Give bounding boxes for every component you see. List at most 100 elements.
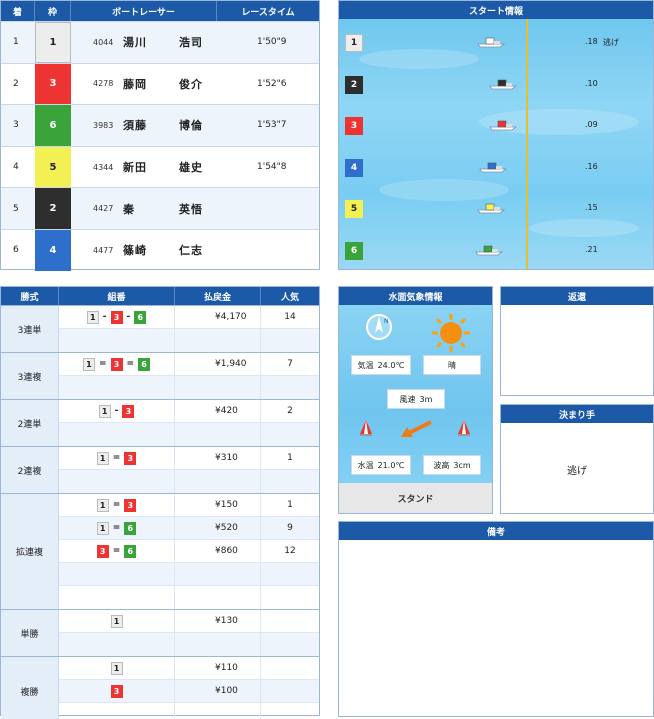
payout-line: 1 = 3 ¥150 1: [59, 494, 319, 517]
combination: 1: [59, 657, 175, 679]
combination: 1 = 3: [59, 447, 175, 469]
bet-type: 3連複: [1, 353, 59, 399]
finish-position: 4: [13, 162, 19, 173]
stand-label: スタンド: [339, 483, 492, 513]
water-temp-box: 水温 21.0℃: [351, 455, 411, 475]
start-note: 逃げ: [603, 38, 619, 47]
lane-number: 3: [345, 117, 363, 136]
racer-given-name: 英悟: [179, 202, 203, 216]
header-pos: 着: [1, 1, 35, 21]
boat-icon: [479, 162, 507, 173]
payout-lines: 1 = 3 ¥310 1: [59, 447, 319, 493]
payout-line: 3 ¥100: [59, 680, 319, 703]
payout-amount: ¥310: [175, 447, 261, 469]
combination-separator: -: [126, 312, 131, 322]
racer-number: 4344: [93, 162, 114, 172]
bet-type: 単勝: [1, 610, 59, 656]
payout-amount: ¥860: [175, 540, 261, 562]
boat-chip: 6: [124, 544, 137, 558]
racer-number: 4278: [93, 79, 114, 89]
temperature-value: 24.0℃: [377, 360, 405, 370]
bet-type: 3連単: [1, 306, 59, 352]
boat-chip: 3: [96, 544, 109, 558]
payout-group: 複勝 1 ¥110 3 ¥100: [1, 656, 319, 719]
boat-chip: 3: [122, 404, 135, 418]
refund-panel: 返還: [500, 286, 654, 396]
popularity: 14: [284, 312, 296, 322]
boat-icon: [477, 204, 505, 214]
start-row: 6 .21: [339, 240, 653, 260]
boat-icon: [477, 37, 505, 48]
weather-sky: N 気温 24.0℃ 晴 風速 3m 水温 21.0℃ 波高 3cm: [339, 305, 492, 483]
payout-group: 3連単 1-3-6 ¥4,170 14: [1, 305, 319, 352]
header-amount: 払戻金: [175, 287, 261, 305]
racer-surname: 須藤: [123, 119, 147, 133]
start-timing: .10: [585, 78, 598, 88]
race-time: [217, 188, 319, 229]
result-row: 4 5 4344 新田 雄史 1'54"8: [1, 145, 319, 188]
wind-arrow-icon: [401, 420, 432, 437]
payout-line: 1 = 3 = 6 ¥1,940 7: [59, 353, 319, 376]
popularity: [261, 470, 319, 493]
payout-line: 1 ¥110: [59, 657, 319, 680]
result-row: 1 1 4044 湯川 浩司 1'50"9: [1, 21, 319, 63]
racer-cell: 3983 須藤 博倫: [71, 105, 217, 146]
boat-chip: 1: [96, 498, 109, 512]
start-row: 2 .10: [339, 74, 653, 94]
boat-chip: 1: [110, 661, 123, 675]
payout-line: [59, 470, 319, 493]
start-info-title: スタート情報: [339, 1, 653, 19]
wave-box: 波高 3cm: [423, 455, 481, 475]
racer-surname: 篠崎: [123, 244, 147, 258]
payout-amount: [175, 586, 261, 609]
boat-chip: 6: [124, 521, 137, 535]
popularity: 9: [287, 523, 293, 533]
popularity: [261, 657, 319, 679]
result-row: 2 3 4278 藤岡 俊介 1'52"6: [1, 62, 319, 105]
payout-line: [59, 633, 319, 656]
water-temp-label: 水温: [357, 460, 374, 470]
racer-given-name: 博倫: [179, 119, 203, 133]
boat-chip: 3: [124, 451, 137, 465]
combination-separator: =: [98, 359, 107, 369]
svg-text:N: N: [384, 318, 389, 325]
payout-group: 2連複 1 = 3 ¥310 1: [1, 446, 319, 493]
boat-chip: 1: [96, 521, 109, 535]
racer-number: 4427: [93, 204, 114, 214]
header-type: 勝式: [1, 287, 59, 305]
combination: [59, 423, 175, 446]
popularity: 2: [287, 406, 293, 416]
weather-value: 晴: [448, 360, 456, 370]
payout-line: 3 = 6 ¥860 12: [59, 540, 319, 563]
combination-separator: =: [112, 523, 121, 533]
result-header-row: 着 枠 ボートレーサー レースタイム: [1, 1, 319, 21]
finish-position: 6: [13, 245, 19, 256]
result-row: 5 2 4427 秦 英悟: [1, 187, 319, 229]
racer-given-name: 仁志: [179, 244, 203, 258]
racer-cell: 4427 秦 英悟: [71, 188, 217, 229]
payout-group: 3連複 1 = 3 = 6 ¥1,940 7: [1, 352, 319, 399]
lane-number: 1: [345, 34, 363, 52]
payout-lines: 1 = 3 ¥150 1 1 = 6 ¥520 9 3 = 6 ¥860 12: [59, 494, 319, 609]
popularity: 12: [284, 546, 296, 556]
payout-line: [59, 586, 319, 609]
payout-group: 拡連複 1 = 3 ¥150 1 1 = 6 ¥520 9 3 = 6 ¥860 12: [1, 493, 319, 609]
payout-lines: 1 ¥110 3 ¥100: [59, 657, 319, 719]
payout-lines: 1-3-6 ¥4,170 14: [59, 306, 319, 352]
popularity: [261, 633, 319, 656]
combination: [59, 563, 175, 585]
combination-separator: =: [112, 500, 121, 510]
racer-surname: 湯川: [123, 36, 147, 50]
start-info-panel: スタート情報 1 .18 逃げ 2 .10 3 .09 4 .16 5 .15 6 .21: [338, 0, 654, 270]
start-line: [526, 19, 528, 269]
racer-given-name: 俊介: [179, 77, 203, 91]
compass-icon: N: [366, 314, 392, 340]
boat-chip: 6: [138, 357, 151, 371]
payout-line: 1-3-6 ¥4,170 14: [59, 306, 319, 329]
boat-chip: 1: [96, 451, 109, 465]
racer-surname: 秦: [123, 202, 135, 216]
combination: 1 = 3 = 6: [59, 353, 175, 375]
sun-icon: [432, 314, 470, 352]
racer-cell: 4044 湯川 浩司: [71, 22, 217, 63]
racer-given-name: 浩司: [179, 36, 203, 50]
